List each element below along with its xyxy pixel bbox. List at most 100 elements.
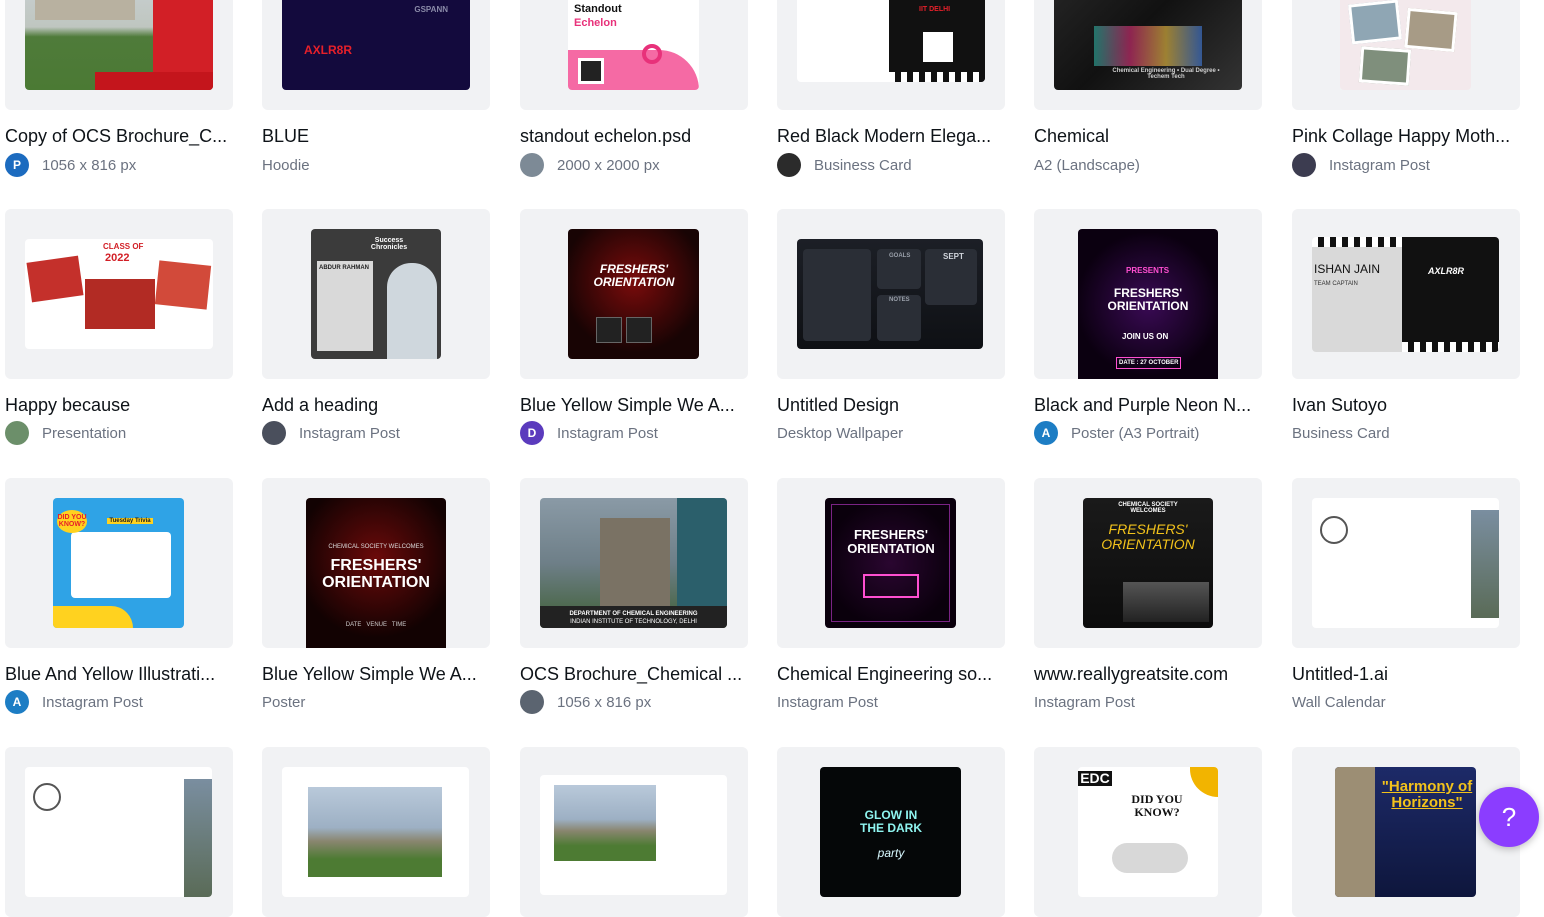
- art-text: FRESHERS' ORIENTATION: [1107, 286, 1189, 313]
- thumbnail-image: [540, 775, 727, 895]
- thumbnail-image: "Harmony of Horizons": [1335, 767, 1476, 897]
- design-thumbnail[interactable]: Success Chronicles ABDUR RAHMAN: [262, 209, 490, 379]
- design-thumbnail[interactable]: PRESENTS FRESHERS' ORIENTATION JOIN US O…: [1034, 209, 1262, 379]
- design-thumbnail[interactable]: [262, 747, 490, 917]
- design-type: 2000 x 2000 px: [557, 156, 660, 174]
- design-meta: Instagram Post: [262, 421, 400, 445]
- art-text: FRESHERS' ORIENTATION: [322, 557, 430, 591]
- design-thumbnail[interactable]: [1292, 0, 1520, 110]
- owner-avatar: [520, 153, 544, 177]
- art-text: CHEMICAL SOCIETY WELCOMES: [1118, 502, 1178, 515]
- design-title[interactable]: Blue Yellow Simple We A...: [262, 664, 490, 685]
- design-title[interactable]: Blue Yellow Simple We A...: [520, 395, 748, 416]
- design-type: Instagram Post: [557, 424, 658, 442]
- design-thumbnail[interactable]: FRESHERS' ORIENTATION: [777, 478, 1005, 648]
- design-title[interactable]: Chemical: [1034, 126, 1262, 147]
- owner-avatar: P: [5, 153, 29, 177]
- design-thumbnail[interactable]: DID YOU KNOW? Tuesday Trivia: [5, 478, 233, 648]
- art-text: GSPANN: [414, 5, 448, 14]
- design-meta: Instagram Post: [1034, 690, 1135, 714]
- design-title[interactable]: Untitled Design: [777, 395, 1005, 416]
- design-title[interactable]: Chemical Engineering so...: [777, 664, 1005, 685]
- designs-grid: Copy of OCS Brochure_C... P 1056 x 816 p…: [0, 0, 1544, 917]
- owner-avatar: A: [1034, 421, 1058, 445]
- design-type: Instagram Post: [299, 424, 400, 442]
- design-thumbnail[interactable]: EDC DID YOU KNOW?: [1034, 747, 1262, 917]
- design-title[interactable]: Red Black Modern Elega...: [777, 126, 1005, 147]
- art-text: DATE VENUE TIME: [345, 622, 407, 628]
- design-type: Instagram Post: [1329, 156, 1430, 174]
- design-title[interactable]: Add a heading: [262, 395, 490, 416]
- design-title[interactable]: Happy because: [5, 395, 233, 416]
- design-thumbnail[interactable]: [520, 747, 748, 917]
- thumbnail-image: CLASS OF 2022: [25, 239, 213, 349]
- art-text: JOIN US ON: [1122, 332, 1169, 341]
- design-type: Desktop Wallpaper: [777, 424, 904, 442]
- design-meta: A Poster (A3 Portrait): [1034, 421, 1199, 445]
- design-title[interactable]: Copy of OCS Brochure_C...: [5, 126, 233, 147]
- art-text: SEPT: [943, 252, 964, 261]
- design-meta: Presentation: [5, 421, 126, 445]
- design-meta: A Instagram Post: [5, 690, 143, 714]
- design-thumbnail[interactable]: GOALS NOTES SEPT: [777, 209, 1005, 379]
- design-type: Poster: [262, 693, 306, 711]
- design-title[interactable]: Black and Purple Neon N...: [1034, 395, 1262, 416]
- design-type: Hoodie: [262, 156, 310, 174]
- help-button[interactable]: ?: [1479, 787, 1539, 847]
- design-thumbnail[interactable]: CLASS OF 2022: [5, 209, 233, 379]
- design-title[interactable]: Pink Collage Happy Moth...: [1292, 126, 1520, 147]
- design-thumbnail[interactable]: FRESHERS' ORIENTATION: [520, 209, 748, 379]
- design-thumbnail[interactable]: ISHAN JAIN TEAM CAPTAIN AXLR8R: [1292, 209, 1520, 379]
- design-thumbnail[interactable]: [5, 747, 233, 917]
- design-meta: Desktop Wallpaper: [777, 421, 903, 445]
- art-text: DEPARTMENT OF CHEMICAL ENGINEERING: [569, 610, 698, 617]
- design-thumbnail[interactable]: CHEMICAL SOCIETY WELCOMES FRESHERS' ORIE…: [262, 478, 490, 648]
- owner-avatar: [777, 153, 801, 177]
- thumbnail-image: CHEMICAL SOCIETY WELCOMES FRESHERS' ORIE…: [306, 498, 446, 648]
- design-type: Business Card: [814, 156, 912, 174]
- design-title[interactable]: OCS Brochure_Chemical ...: [520, 664, 748, 685]
- design-type: Business Card: [1292, 424, 1390, 442]
- design-type: 1056 x 816 px: [42, 156, 137, 174]
- design-thumbnail[interactable]: IIT DELHI: [777, 0, 1005, 110]
- design-thumbnail[interactable]: DEPARTMENT OF CHEMICAL ENGINEERING INDIA…: [520, 478, 748, 648]
- design-thumbnail[interactable]: CHEMICAL SOCIETY WELCOMES FRESHERS' ORIE…: [1034, 478, 1262, 648]
- art-text: INDIAN INSTITUTE OF TECHNOLOGY, DELHI: [570, 618, 697, 625]
- thumbnail-image: Chemical Engineering • Dual Degree • Tec…: [1054, 0, 1242, 90]
- owner-avatar: A: [5, 690, 29, 714]
- design-title[interactable]: BLUE: [262, 126, 490, 147]
- design-thumbnail[interactable]: Chemical Engineering • Dual Degree • Tec…: [1034, 0, 1262, 110]
- design-thumbnail[interactable]: GLOW IN THE DARK party: [777, 747, 1005, 917]
- design-title[interactable]: Blue And Yellow Illustrati...: [5, 664, 233, 685]
- design-type: Instagram Post: [1034, 693, 1135, 711]
- design-thumbnail[interactable]: [5, 0, 233, 110]
- thumbnail-image: Standout Echelon: [568, 0, 699, 90]
- art-text: DID YOU KNOW?: [1131, 792, 1183, 819]
- design-title[interactable]: standout echelon.psd: [520, 126, 748, 147]
- design-type: 1056 x 816 px: [557, 693, 652, 711]
- design-meta: Wall Calendar: [1292, 690, 1386, 714]
- art-text: 2022: [105, 252, 130, 264]
- seal-icon: [33, 783, 61, 811]
- thumbnail-image: [282, 767, 469, 897]
- art-text: IIT DELHI: [919, 6, 951, 13]
- design-meta: D Instagram Post: [520, 421, 658, 445]
- design-thumbnail[interactable]: AXLR8R GSPANN: [262, 0, 490, 110]
- design-meta: Business Card: [777, 153, 912, 177]
- art-text: FRESHERS' ORIENTATION: [593, 262, 675, 289]
- design-title[interactable]: Ivan Sutoyo: [1292, 395, 1520, 416]
- art-text: AXLR8R: [1428, 266, 1465, 276]
- design-thumbnail[interactable]: [1292, 478, 1520, 648]
- design-title[interactable]: www.reallygreatsite.com: [1034, 664, 1262, 685]
- design-meta: Hoodie: [262, 153, 310, 177]
- thumbnail-image: [1340, 0, 1471, 90]
- design-title[interactable]: Untitled-1.ai: [1292, 664, 1520, 685]
- design-meta: Instagram Post: [777, 690, 878, 714]
- art-text: ISHAN JAIN: [1314, 262, 1381, 276]
- thumbnail-image: DEPARTMENT OF CHEMICAL ENGINEERING INDIA…: [540, 498, 727, 628]
- art-text: ABDUR RAHMAN: [319, 265, 369, 271]
- art-text: PRESENTS: [1126, 266, 1170, 275]
- design-thumbnail[interactable]: Standout Echelon: [520, 0, 748, 110]
- art-text: Tuesday Trivia: [107, 518, 153, 525]
- thumbnail-image: CHEMICAL SOCIETY WELCOMES FRESHERS' ORIE…: [1083, 498, 1213, 628]
